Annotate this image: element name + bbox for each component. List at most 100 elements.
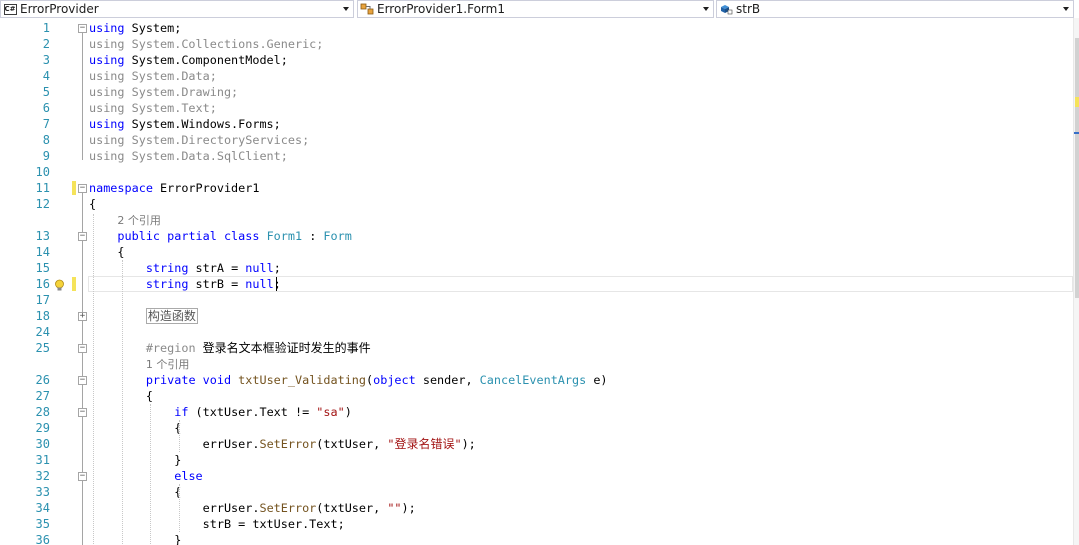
code-line: 25 #region 登录名文本框验证时发生的事件: [0, 340, 1074, 356]
collapse-toggle[interactable]: −: [78, 184, 87, 193]
scrollbar-thumb[interactable]: [1075, 38, 1079, 298]
code-line: 26 private void txtUser_Validating(objec…: [0, 372, 1074, 388]
line-number: 27: [35, 389, 50, 403]
type-dropdown[interactable]: ErrorProvider1.Form1: [357, 0, 714, 18]
code-text[interactable]: 构造函数: [89, 308, 198, 324]
code-line: 12 {: [0, 196, 1074, 212]
navigation-bar: C# ErrorProvider ErrorProvider1.Form1 st…: [0, 0, 1079, 18]
code-text[interactable]: private void txtUser_Validating(object s…: [89, 372, 608, 388]
code-line: 4 using System.Data;: [0, 68, 1074, 84]
project-dropdown[interactable]: C# ErrorProvider: [0, 0, 354, 18]
codelens-line: 1 个引用: [0, 356, 1074, 372]
code-text[interactable]: using System.Collections.Generic;: [89, 36, 323, 52]
change-marker: [1075, 97, 1079, 107]
line-number: 33: [35, 485, 50, 499]
chevron-down-icon: [703, 7, 709, 11]
collapse-toggle[interactable]: −: [78, 376, 87, 385]
indent-guide: [179, 420, 180, 452]
code-text[interactable]: {: [89, 388, 153, 404]
code-line: 31 }: [0, 452, 1074, 468]
line-number: 10: [35, 165, 50, 179]
expand-toggle[interactable]: +: [78, 312, 87, 321]
code-text[interactable]: using System.Text;: [89, 100, 217, 116]
code-line: 27 {: [0, 388, 1074, 404]
code-text[interactable]: namespace ErrorProvider1: [89, 180, 259, 196]
code-line: 14 {: [0, 244, 1074, 260]
code-text[interactable]: #region 登录名文本框验证时发生的事件: [89, 340, 371, 356]
line-number: 34: [35, 501, 50, 515]
code-text[interactable]: using System.Drawing;: [89, 84, 238, 100]
line-number: 31: [35, 453, 50, 467]
code-line: 10: [0, 164, 1074, 180]
collapse-toggle[interactable]: −: [78, 24, 87, 33]
indent-guide: [122, 260, 123, 545]
line-number: 32: [35, 469, 50, 483]
line-number: 6: [42, 101, 50, 115]
line-number: 7: [42, 117, 50, 131]
code-line: 3 using System.ComponentModel;: [0, 52, 1074, 68]
line-number: 17: [35, 293, 50, 307]
code-line: 1 using System;: [0, 20, 1074, 36]
line-number: 3: [42, 53, 50, 67]
code-text[interactable]: }: [89, 452, 181, 468]
code-text[interactable]: errUser.SetError(txtUser, "");: [89, 500, 416, 516]
indent-guide: [179, 484, 180, 532]
codelens-references: 2 个引用: [117, 214, 161, 227]
line-number: 16: [35, 277, 50, 291]
code-line: 15 string strA = null;: [0, 260, 1074, 276]
collapse-toggle[interactable]: −: [78, 232, 87, 241]
code-line: 8 using System.DirectoryServices;: [0, 132, 1074, 148]
code-line: 7 using System.Windows.Forms;: [0, 116, 1074, 132]
code-line: 2 using System.Collections.Generic;: [0, 36, 1074, 52]
code-text[interactable]: using System.DirectoryServices;: [89, 132, 309, 148]
line-number: 13: [35, 229, 50, 243]
collapse-toggle[interactable]: −: [78, 408, 87, 417]
line-number: 12: [35, 197, 50, 211]
code-text[interactable]: string strB = null;: [89, 276, 281, 292]
code-line: 9 using System.Data.SqlClient;: [0, 148, 1074, 164]
code-text[interactable]: using System.Windows.Forms;: [89, 116, 281, 132]
line-number: 9: [42, 149, 50, 163]
code-text[interactable]: using System.Data.SqlClient;: [89, 148, 288, 164]
codelens-references: 1 个引用: [145, 358, 190, 371]
code-line: 36 }: [0, 532, 1074, 545]
code-text[interactable]: strB = txtUser.Text;: [89, 516, 345, 532]
text-caret: [276, 277, 277, 291]
line-number: 18: [35, 309, 50, 323]
code-text[interactable]: using System.Data;: [89, 68, 217, 84]
line-number: 29: [35, 421, 50, 435]
code-line: 5 using System.Drawing;: [0, 84, 1074, 100]
line-number: 14: [35, 245, 50, 259]
code-text[interactable]: using System;: [89, 20, 181, 36]
vertical-scrollbar[interactable]: [1073, 18, 1079, 545]
code-line: 17: [0, 292, 1074, 308]
line-number: 15: [35, 261, 50, 275]
code-text[interactable]: }: [89, 532, 181, 545]
lightbulb-icon[interactable]: [54, 277, 65, 291]
code-text[interactable]: using System.ComponentModel;: [89, 52, 288, 68]
code-text[interactable]: {: [89, 196, 96, 212]
line-number: 25: [35, 341, 50, 355]
code-text[interactable]: {: [89, 420, 181, 436]
code-line: 13 public partial class Form1 : Form: [0, 228, 1074, 244]
line-number: 24: [35, 325, 50, 339]
line-number: 35: [35, 517, 50, 531]
code-text[interactable]: {: [89, 484, 181, 500]
code-text[interactable]: errUser.SetError(txtUser, "登录名错误");: [89, 436, 476, 452]
code-text[interactable]: {: [89, 244, 124, 260]
code-editor[interactable]: 1 using System; 2 using System.Collections.…: [0, 18, 1079, 545]
code-text[interactable]: string strA = null;: [89, 260, 281, 276]
collapse-toggle[interactable]: −: [78, 472, 87, 481]
line-number: 26: [35, 373, 50, 387]
member-dropdown[interactable]: strB: [716, 0, 1074, 18]
field-icon: [719, 3, 733, 15]
code-line: 33 {: [0, 484, 1074, 500]
code-line: 32 else: [0, 468, 1074, 484]
line-number: 4: [42, 69, 50, 83]
csharp-project-icon: C#: [3, 3, 17, 15]
code-text[interactable]: if (txtUser.Text != "sa"): [89, 404, 352, 420]
code-line: 24: [0, 324, 1074, 340]
code-text[interactable]: public partial class Form1 : Form: [89, 228, 351, 244]
code-text[interactable]: else: [89, 468, 202, 484]
collapse-toggle[interactable]: −: [78, 344, 87, 353]
